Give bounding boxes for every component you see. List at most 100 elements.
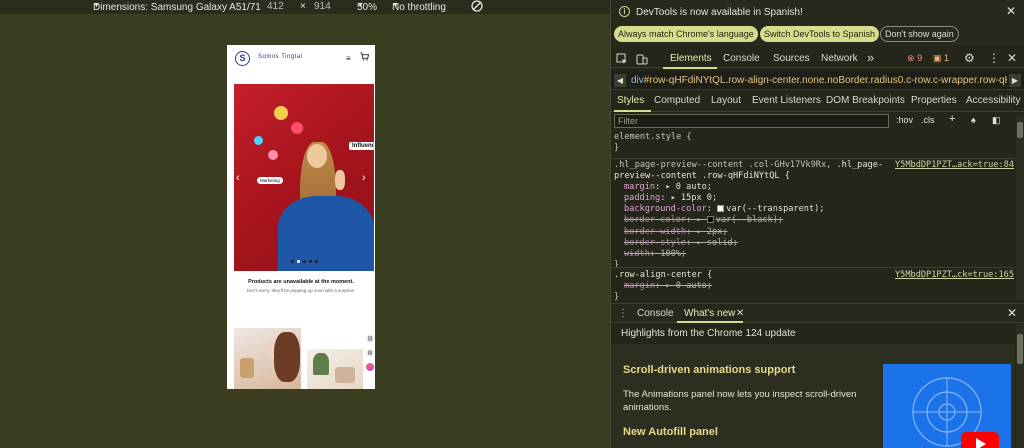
feature-description: The Animations panel now lets you inspec… (623, 389, 857, 413)
copy-icon[interactable]: ▤ (366, 349, 374, 357)
drawer-tab-console[interactable]: Console (637, 308, 674, 319)
person-face (307, 144, 327, 168)
scrollbar[interactable] (1016, 116, 1024, 300)
property-value: 0 auto; (675, 182, 712, 193)
tab-layout[interactable]: Layout (711, 95, 741, 106)
rotate-icon[interactable] (470, 0, 484, 16)
cart-icon[interactable] (360, 52, 369, 61)
paint-icon[interactable]: ♠ (971, 115, 976, 125)
height-input[interactable]: 914 (314, 1, 331, 12)
chat-widget-icon[interactable] (366, 363, 374, 371)
hamburger-menu-icon[interactable]: ≡ (346, 54, 351, 63)
close-icon[interactable]: ✕ (1007, 51, 1017, 65)
css-declaration-overridden[interactable]: margin: ▸ 0 auto; (614, 281, 1014, 292)
tab-elements[interactable]: Elements (670, 53, 712, 64)
play-icon[interactable] (961, 432, 999, 448)
whats-new-card: Scroll-driven animations support The Ani… (611, 344, 1015, 448)
property-value: solid; (706, 237, 738, 248)
chevron-left-icon[interactable]: ◀ (614, 74, 626, 87)
gear-icon[interactable]: ⚙ (964, 51, 975, 65)
sidebar-toggle-icon[interactable]: ◧ (992, 115, 1001, 126)
property-name: border-style (624, 237, 687, 248)
close-icon[interactable]: ✕ (736, 308, 744, 319)
carousel-dot[interactable] (303, 260, 306, 263)
selector-part: preview--content .row-qHFdiNYtQL { (614, 171, 790, 182)
property-value: 15px 0; (680, 193, 718, 204)
tab-console[interactable]: Console (723, 53, 760, 64)
css-declaration[interactable]: padding: ▸ 15px 0; (614, 193, 1014, 204)
css-declaration-overridden[interactable]: border-style: ▸ solid; (614, 238, 1014, 249)
scrollbar-thumb[interactable] (1017, 334, 1023, 364)
drawer-tab-whats-new[interactable]: What's new (684, 308, 735, 319)
css-declaration-overridden[interactable]: border-width: ▸ 2px; (614, 227, 1014, 238)
css-declaration[interactable]: margin: ▸ 0 auto; (614, 182, 1014, 193)
error-count-value: 9 (917, 53, 923, 63)
tab-event-listeners[interactable]: Event Listeners (752, 95, 821, 106)
dismiss-button[interactable]: Don't show again (880, 26, 959, 42)
logo-icon[interactable]: S (235, 51, 250, 66)
chevron-left-icon[interactable]: ‹ (236, 172, 240, 184)
tab-dom-breakpoints[interactable]: DOM Breakpoints (826, 95, 905, 106)
site-header: S Somos Tingtal ≡ (227, 45, 375, 77)
carousel-dot[interactable] (291, 260, 294, 263)
link-icon[interactable]: ⛓ (366, 335, 374, 343)
tab-sources[interactable]: Sources (773, 53, 810, 64)
devtools-panel: i DevTools is now available in Spanish! … (610, 0, 1024, 448)
carousel-dot[interactable] (297, 260, 300, 263)
tab-accessibility[interactable]: Accessibility (966, 95, 1020, 106)
add-rule-icon[interactable]: + (949, 113, 955, 125)
divider (611, 158, 1015, 159)
inspect-element-icon[interactable] (616, 53, 628, 65)
element-style-rule: element.style { } (614, 132, 1014, 154)
device-viewport: Dimensions: Samsung Galaxy A51/71 ▼ 412 … (0, 0, 610, 448)
feature-title[interactable]: Scroll-driven animations support (623, 364, 795, 376)
property-value: var(--black); (715, 215, 784, 226)
device-toggle-icon[interactable] (636, 53, 648, 65)
css-declaration-overridden[interactable]: border-color: ▸ var(--black); (614, 215, 1014, 226)
switch-language-button[interactable]: Switch DevTools to Spanish (760, 26, 880, 42)
color-swatch[interactable] (706, 216, 714, 224)
source-link[interactable]: Y5MbdDP1PZT…ck=true:165 (895, 270, 1014, 281)
carousel-dot[interactable] (309, 260, 312, 263)
tab-network[interactable]: Network (821, 53, 858, 64)
close-icon[interactable]: ✕ (1006, 4, 1016, 18)
emoji-decoration (274, 106, 288, 120)
scrollbar[interactable] (1016, 324, 1024, 448)
feature-title[interactable]: New Autofill panel (623, 426, 718, 438)
class-toggle[interactable]: .cls (921, 115, 935, 125)
notice-text: DevTools is now available in Spanish! (636, 7, 803, 18)
tab-computed[interactable]: Computed (654, 95, 700, 106)
match-language-button[interactable]: Always match Chrome's language (614, 26, 758, 42)
hover-state-toggle[interactable]: :hov (896, 115, 913, 125)
width-input[interactable]: 412 (267, 1, 284, 12)
brand-name[interactable]: Somos Tingtal (258, 54, 303, 60)
drawer-menu-icon[interactable]: ⋮ (618, 308, 628, 319)
filter-input[interactable]: Filter (614, 114, 889, 128)
chevron-right-icon[interactable]: ▶ (1009, 74, 1021, 87)
carousel-dot[interactable] (315, 260, 318, 263)
color-swatch[interactable] (717, 205, 725, 213)
tab-properties[interactable]: Properties (911, 95, 957, 106)
css-declaration-overridden[interactable]: width: 100%; (614, 249, 1014, 260)
close-drawer-icon[interactable]: ✕ (1007, 306, 1017, 320)
source-link[interactable]: Y5MbdDP1PZT…ack=true:84 (895, 160, 1014, 171)
rule-selector[interactable]: preview--content .row-qHFdiNYtQL { (614, 171, 1014, 182)
warning-count[interactable]: ▣ 1 (933, 53, 949, 64)
more-tabs-icon[interactable]: » (867, 50, 874, 65)
rule-selector[interactable]: element.style { (614, 132, 1014, 143)
empty-state-title: Products are unavailable at the moment. (248, 279, 354, 285)
mobile-page-preview: S Somos Tingtal ≡ Influence Marketing ‹ … (227, 45, 375, 389)
product-image[interactable] (307, 349, 363, 389)
error-count[interactable]: ⊗ 9 (907, 53, 922, 64)
property-name: background-color (624, 204, 707, 215)
video-thumbnail[interactable] (883, 364, 1011, 448)
breadcrumb-item[interactable]: div#row-qHFdiNYtQL.row-align-center.none… (631, 75, 1007, 86)
chevron-right-icon[interactable]: › (362, 172, 366, 184)
tab-styles[interactable]: Styles (617, 95, 644, 106)
dropdown-arrow-icon: ▼ (93, 2, 100, 9)
css-declaration[interactable]: background-color: var(--transparent); (614, 204, 1014, 215)
hero-carousel[interactable]: Influence Marketing ‹ › (234, 84, 374, 271)
scrollbar-thumb[interactable] (1017, 122, 1023, 138)
more-options-icon[interactable]: ⋮ (988, 51, 1000, 65)
product-image[interactable] (234, 328, 301, 389)
